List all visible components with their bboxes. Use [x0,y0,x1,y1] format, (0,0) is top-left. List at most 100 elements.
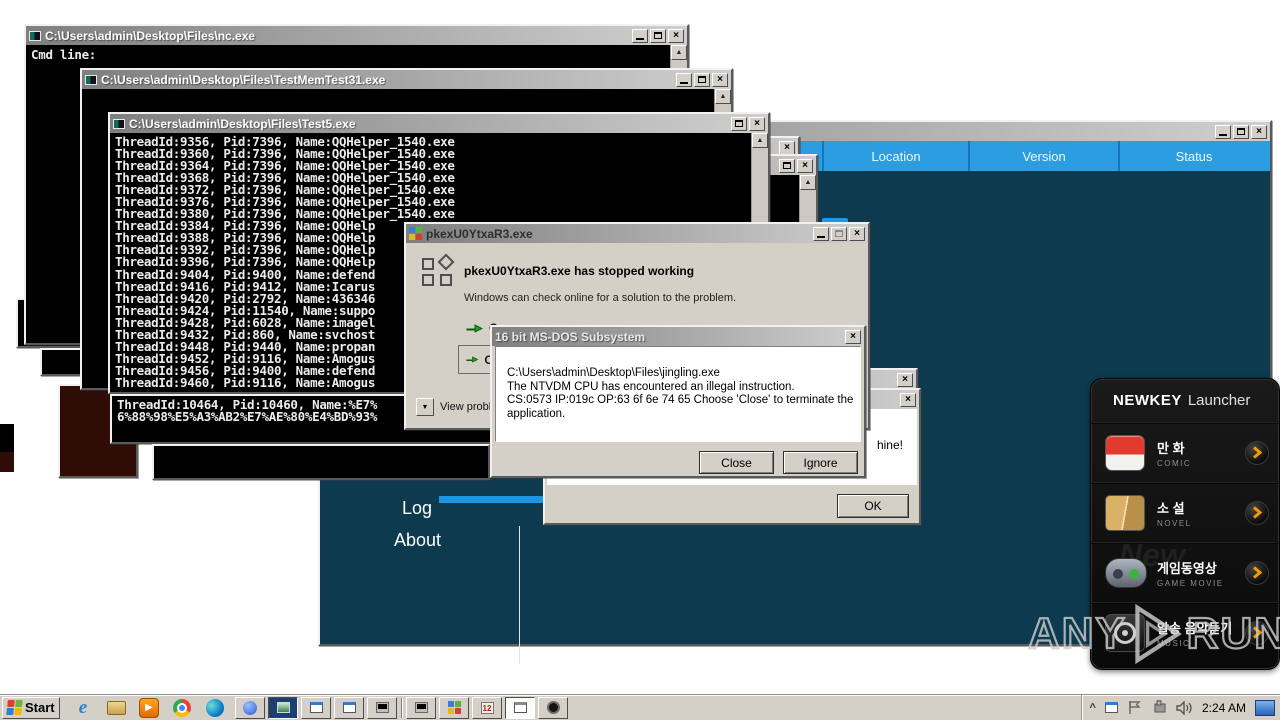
minimize-icon[interactable] [676,72,692,87]
green-arrow-icon [466,323,483,333]
close-icon[interactable]: × [797,158,813,173]
close-icon[interactable]: × [668,28,684,43]
scroll-up-icon[interactable]: ▲ [800,175,816,190]
taskbar-button-6[interactable] [406,696,436,719]
dos-message-area: C:\Users\admin\Desktop\Files\jingling.ex… [495,346,861,442]
show-desktop-icon[interactable] [1255,699,1275,716]
dos-line-4: application. [507,407,566,420]
media-folder-icon[interactable] [106,698,126,718]
dos-line-3: CS:0573 IP:019c OP:63 6f 6e 74 65 Choose… [507,394,854,406]
message-text: hine! [876,438,903,452]
maximize-icon[interactable] [831,226,847,241]
system-tray: ^ 2:24 AM [1080,695,1280,720]
ok-button[interactable]: OK [837,494,909,518]
dos-dialog: 16 bit MS-DOS Subsystem × C:\Users\admin… [490,325,866,478]
taskbar-separator [401,697,403,718]
network-icon[interactable] [1151,700,1167,715]
minimize-icon[interactable] [1215,124,1231,139]
edge-icon[interactable] [205,698,225,718]
chevron-right-icon[interactable] [1245,440,1269,465]
dos-line-2: The NTVDM CPU has encountered an illegal… [507,380,795,393]
close-icon[interactable]: × [849,226,865,241]
console-window-strip [152,444,490,480]
close-button[interactable]: Close [699,451,774,474]
close-icon[interactable]: × [845,329,861,344]
console-icon [85,74,97,85]
pane-divider [519,526,520,664]
chevron-down-icon[interactable]: ▼ [416,398,434,416]
view-details-row[interactable]: ▼ View probl [416,398,491,416]
taskbar-button-1[interactable] [235,696,265,719]
taskbar-button-8[interactable]: 12 [472,696,502,719]
start-button[interactable]: Start [2,696,60,719]
menu-item-about[interactable]: About [394,530,441,551]
window-title: 16 bit MS-DOS Subsystem [495,329,646,344]
music-player-icon [1105,613,1145,652]
scroll-up-icon[interactable]: ▲ [752,133,768,148]
tray-clock[interactable]: 2:24 AM [1202,701,1246,715]
window-title: C:\Users\admin\Desktop\Files\Test5.exe [129,116,356,131]
chevron-right-icon[interactable] [1245,560,1269,585]
maximize-icon[interactable] [650,28,666,43]
launcher-item-novel[interactable]: 소 설 NOVEL [1091,482,1279,542]
console-output: Cmd line: [31,47,97,62]
testmem-titlebar[interactable]: C:\Users\admin\Desktop\Files\TestMemTest… [82,70,731,89]
newkey-launcher-panel: NEWKEY Launcher New 만 화 COMIC 소 설 NOVEL [1090,378,1280,670]
close-icon[interactable]: × [712,72,728,87]
dos-dialog-titlebar[interactable]: 16 bit MS-DOS Subsystem × [492,327,864,346]
scroll-up-icon[interactable]: ▲ [671,45,687,60]
taskbar-button-2[interactable] [268,696,298,719]
crash-heading: pkexU0YtxaR3.exe has stopped working [464,264,695,278]
taskbar-button-10[interactable] [538,696,568,719]
column-header-version[interactable]: Version [968,141,1118,171]
maximize-icon[interactable] [731,116,747,131]
taskbar-button-3[interactable] [301,696,331,719]
launcher-brand: NEWKEY [1113,392,1182,409]
column-header-location[interactable]: Location [822,141,968,171]
window-title: pkexU0YtxaR3.exe [426,226,533,241]
gamepad-icon [1105,557,1147,588]
taskbar-button-4[interactable] [334,696,364,719]
close-icon[interactable]: × [897,372,913,387]
taskbar-button-7[interactable] [439,696,469,719]
default-app-icon [422,253,458,288]
chevron-right-icon[interactable] [1245,500,1269,525]
ie-icon[interactable]: e [73,697,93,718]
test5-titlebar[interactable]: C:\Users\admin\Desktop\Files\Test5.exe × [110,114,768,133]
crash-dialog-titlebar[interactable]: pkexU0YtxaR3.exe × [406,224,868,243]
flag-icon[interactable] [1127,700,1142,715]
minimize-icon[interactable] [632,28,648,43]
tray-app-icon[interactable] [1104,702,1118,713]
media-play-icon[interactable]: ▶ [139,697,159,718]
close-icon[interactable]: × [779,140,795,155]
maximize-icon[interactable] [694,72,710,87]
close-icon[interactable]: × [749,116,765,131]
scroll-up-icon[interactable]: ▲ [715,89,731,104]
command-option-2[interactable]: C [458,345,494,374]
ignore-button[interactable]: Ignore [783,451,858,474]
volume-icon[interactable] [1176,700,1193,715]
dos-line-1: C:\Users\admin\Desktop\Files\jingling.ex… [507,367,720,379]
window-title: C:\Users\admin\Desktop\Files\nc.exe [45,28,256,43]
close-icon[interactable]: × [1251,124,1267,139]
launcher-item-music[interactable]: 알송 음악듣기 MUSIC [1091,602,1279,662]
chevron-right-icon[interactable] [1245,620,1269,645]
launcher-item-game-movie[interactable]: 게임동영상 GAME MOVIE [1091,542,1279,602]
maximize-icon[interactable] [1233,124,1249,139]
tray-expand-icon[interactable]: ^ [1090,702,1096,714]
launcher-brand-2: Launcher [1187,392,1251,409]
nc-titlebar[interactable]: C:\Users\admin\Desktop\Files\nc.exe × [26,26,687,45]
taskbar-button-active[interactable] [505,696,535,719]
taskbar-button-5[interactable] [367,696,397,719]
comic-icon [1105,434,1145,471]
close-icon[interactable]: × [900,392,916,407]
maximize-icon[interactable] [779,158,795,173]
column-header-status[interactable]: Status [1118,141,1268,171]
chrome-icon[interactable] [172,698,192,718]
launcher-header: NEWKEY Launcher [1091,379,1279,422]
minimize-icon[interactable] [813,226,829,241]
view-details-label: View probl [440,401,492,413]
menu-item-log[interactable]: Log [402,498,432,519]
launcher-item-comic[interactable]: 만 화 COMIC [1091,422,1279,482]
console-icon [29,30,41,41]
